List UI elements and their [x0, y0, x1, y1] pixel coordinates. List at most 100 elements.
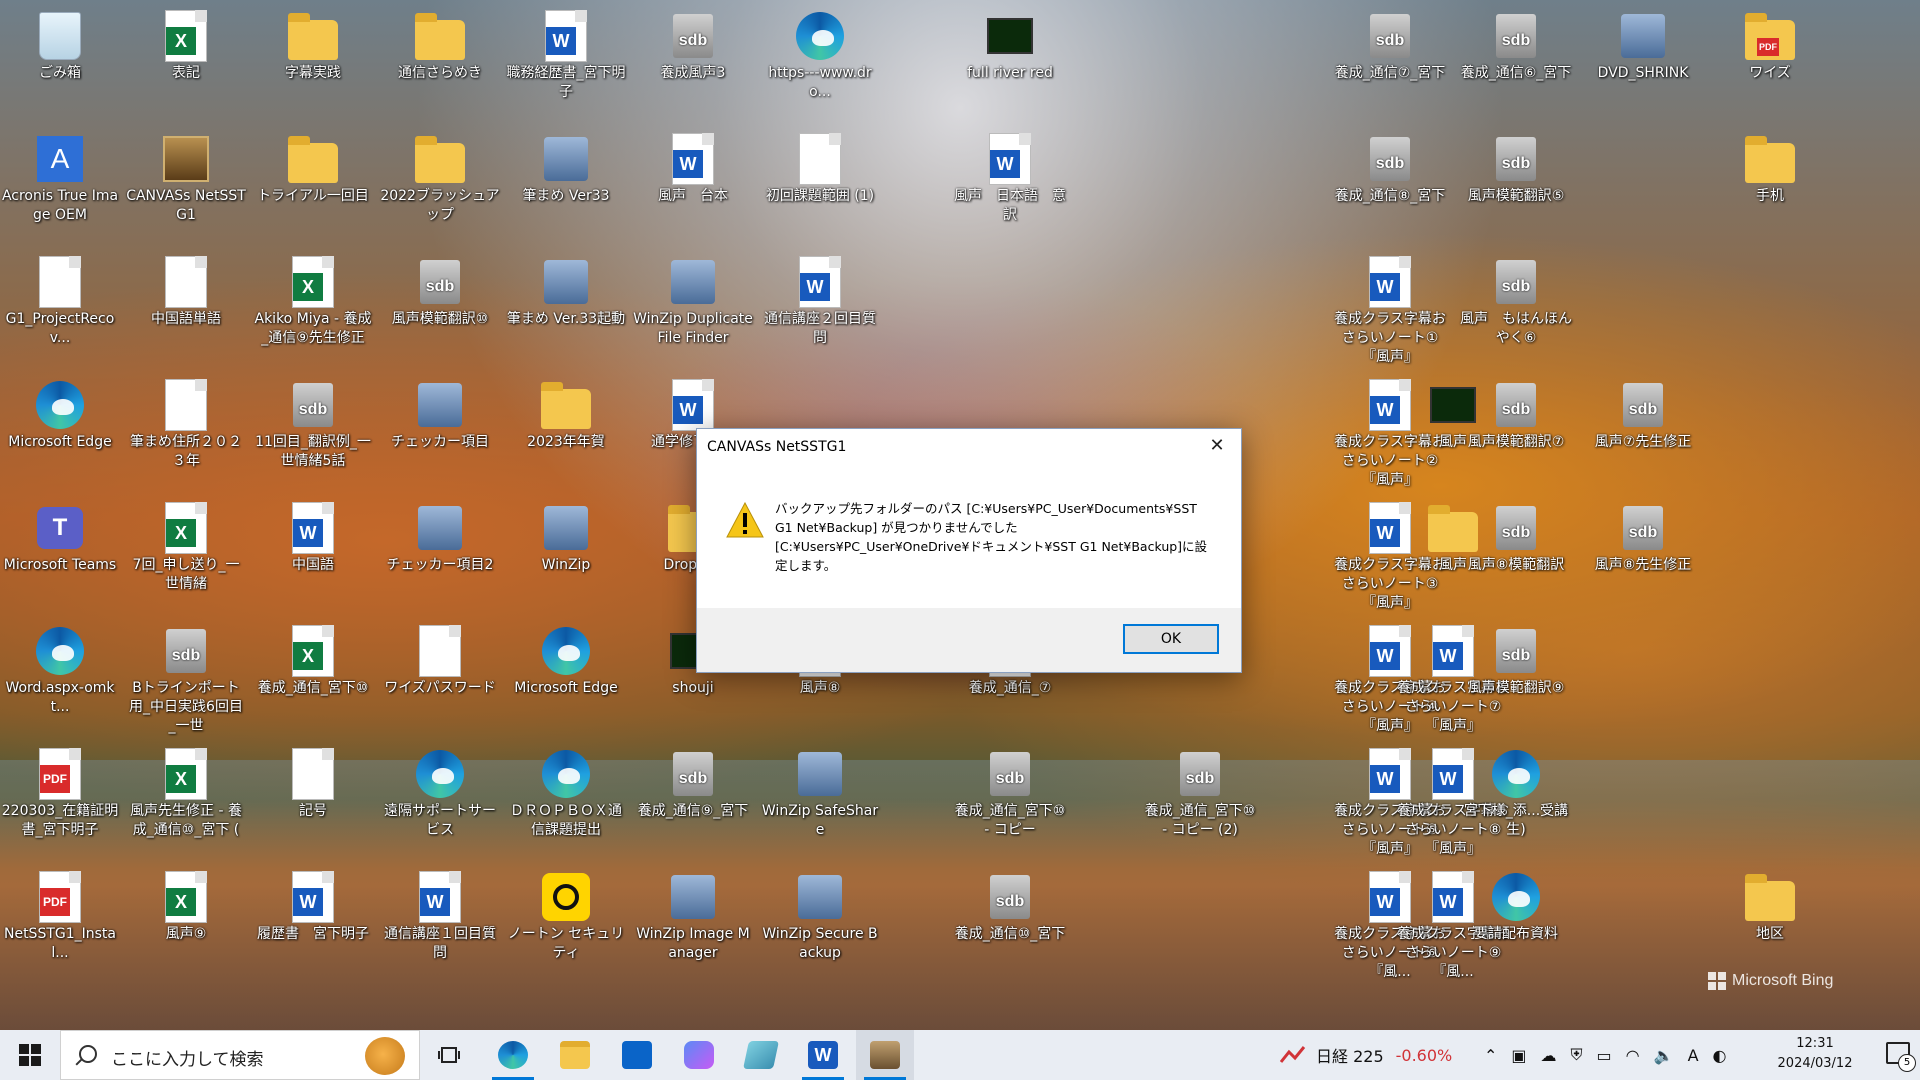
desktop-icon[interactable]: G1_ProjectRecov... — [0, 246, 120, 361]
desktop-icon[interactable]: PDF 220303_在籍証明書_宮下明子 — [0, 738, 120, 853]
desktop-icon[interactable]: sdb 風声模範翻訳⑦ — [1456, 369, 1576, 484]
desktop-icon[interactable]: sdb Bトラインポート用_中日実践6回目_一世 — [126, 615, 246, 734]
ime-toggle-icon[interactable]: ◐ — [1713, 1046, 1727, 1065]
desktop-icon[interactable]: W 風声 台本 — [633, 123, 753, 238]
desktop-icon-label: Microsoft Edge — [8, 434, 112, 450]
desktop-icon[interactable]: ごみ箱 — [0, 0, 120, 115]
stock-widget[interactable]: 日経 225 -0.60% — [1280, 1030, 1452, 1080]
desktop-icon[interactable]: X 風声⑨ — [126, 861, 246, 976]
desktop-icon[interactable]: 初回課題範囲 (1) — [760, 123, 880, 238]
desktop-icon[interactable]: WinZip Image Manager — [633, 861, 753, 976]
desktop-icon[interactable]: sdb 風声⑦先生修正 — [1583, 369, 1703, 484]
desktop-icon[interactable]: sdb 養成_通信⑥_宮下 — [1456, 0, 1576, 115]
battery-icon[interactable]: ▭ — [1597, 1046, 1612, 1065]
desktop-icon[interactable]: 要請配布資料 — [1456, 861, 1576, 976]
desktop-icon[interactable]: 筆まめ住所２０２３年 — [126, 369, 246, 484]
desktop-icon[interactable]: sdb 風声模範翻訳⑤ — [1456, 123, 1576, 238]
desktop-icon[interactable]: 通信さらめき — [380, 0, 500, 115]
desktop-icon[interactable]: sdb 養成風声3 — [633, 0, 753, 115]
desktop-icon[interactable]: W 通信講座１回目質問 — [380, 861, 500, 976]
meet-now-icon[interactable]: ▣ — [1511, 1046, 1526, 1065]
desktop-icon[interactable]: 記号 — [253, 738, 373, 853]
desktop-icon[interactable]: sdb 風声 もはんほんやく⑥ — [1456, 246, 1576, 361]
desktop-icon[interactable]: sdb 養成_通信⑧_宮下 — [1330, 123, 1450, 238]
desktop-icon[interactable]: sdb 養成_通信_宮下⑩ - コピー — [950, 738, 1070, 853]
desktop-icon[interactable]: DVD_SHRINK — [1583, 0, 1703, 115]
desktop-icon[interactable]: sdb 風声⑧先生修正 — [1583, 492, 1703, 607]
desktop-icon[interactable]: sdb 風声⑧模範翻訳 — [1456, 492, 1576, 607]
desktop-icon[interactable]: 2023年年賀 — [506, 369, 626, 484]
taskbar-file-explorer[interactable] — [546, 1030, 604, 1080]
search-highlight-icon[interactable] — [365, 1037, 405, 1075]
desktop-icon[interactable]: X 7回_申し送り_一世情緒 — [126, 492, 246, 607]
desktop-icon[interactable]: W 職務経歴書_宮下明子 — [506, 0, 626, 115]
desktop-icon[interactable]: sdb 11回目_翻訳例_一世情緒5話 — [253, 369, 373, 484]
desktop-icon[interactable]: WinZip SafeShare — [760, 738, 880, 853]
wifi-icon[interactable]: ◠ — [1626, 1046, 1640, 1065]
taskbar-app[interactable] — [732, 1030, 790, 1080]
start-button[interactable] — [0, 1030, 60, 1080]
desktop-icon[interactable]: 2022ブラッシュアップ — [380, 123, 500, 238]
desktop-icon[interactable]: 宮下様_添...受講生) — [1456, 738, 1576, 853]
desktop-icon[interactable]: sdb 風声模範翻訳⑨ — [1456, 615, 1576, 730]
desktop-icon[interactable]: X 養成_通信_宮下⑩ — [253, 615, 373, 730]
desktop-icon[interactable]: sdb 養成_通信⑨_宮下 — [633, 738, 753, 853]
desktop-icon[interactable]: W 通信講座２回目質問 — [760, 246, 880, 361]
desktop-icon[interactable]: X 表記 — [126, 0, 246, 115]
desktop-icon[interactable]: full river red — [950, 0, 1070, 115]
taskbar-word[interactable]: W — [794, 1030, 852, 1080]
desktop-icon[interactable]: Microsoft Edge — [506, 615, 626, 730]
desktop-icon[interactable]: チェッカー項目2 — [380, 492, 500, 607]
onedrive-icon[interactable]: ☁ — [1541, 1046, 1557, 1065]
desktop-icon[interactable]: ＤＲＯＰＢＯＸ通信課題提出 — [506, 738, 626, 853]
desktop-icon[interactable]: 筆まめ Ver33 — [506, 123, 626, 238]
desktop-icon[interactable]: X 風声先生修正 - 養成_通信⑩_宮下 ( — [126, 738, 246, 853]
desktop-icon[interactable]: 手机 — [1710, 123, 1830, 238]
desktop-icon[interactable]: ワイズパスワード — [380, 615, 500, 730]
taskbar-copilot[interactable] — [670, 1030, 728, 1080]
desktop-icon[interactable]: PDF ワイズ — [1710, 0, 1830, 115]
desktop-icon[interactable]: T Microsoft Teams — [0, 492, 120, 607]
taskbar-canvas-netsstg1[interactable] — [856, 1030, 914, 1080]
ime-mode[interactable]: A — [1688, 1046, 1699, 1065]
desktop-icon[interactable]: トライアル一回目 — [253, 123, 373, 238]
task-view-button[interactable] — [420, 1030, 478, 1080]
desktop-icon[interactable]: ノートン セキュリティ — [506, 861, 626, 976]
volume-icon[interactable]: 🔈 — [1654, 1046, 1674, 1065]
desktop-icon[interactable]: W 中国語 — [253, 492, 373, 607]
desktop-icon[interactable]: Microsoft Edge — [0, 369, 120, 484]
close-button[interactable]: ✕ — [1197, 431, 1237, 461]
dialog-title: CANVASs NetSSTG1 — [707, 439, 847, 455]
desktop-icon[interactable]: sdb 風声模範翻訳⑩ — [380, 246, 500, 361]
desktop-icon[interactable]: Word.aspx-omkt... — [0, 615, 120, 730]
taskbar-edge[interactable] — [484, 1030, 542, 1080]
desktop-icon[interactable]: 字幕実践 — [253, 0, 373, 115]
desktop-icon[interactable]: W 風声 日本語 意訳 — [950, 123, 1070, 238]
chevron-up-icon[interactable]: ⌃ — [1484, 1046, 1497, 1065]
search-box[interactable]: ここに入力して検索 — [60, 1030, 420, 1080]
desktop-icon[interactable]: 筆まめ Ver.33起動 — [506, 246, 626, 361]
desktop-icon[interactable]: X Akiko Miya - 養成_通信⑨先生修正 — [253, 246, 373, 361]
desktop-icon[interactable]: sdb 養成_通信⑦_宮下 — [1330, 0, 1450, 115]
desktop-icon[interactable]: https---www.dro... — [760, 0, 880, 115]
ok-button[interactable]: OK — [1123, 624, 1219, 654]
desktop-icon[interactable]: 地区 — [1710, 861, 1830, 976]
desktop-icon[interactable]: チェッカー項目 — [380, 369, 500, 484]
desktop-icon[interactable]: W 養成クラス字幕おさらいノート①『風声』 — [1330, 246, 1450, 365]
desktop-icon[interactable]: WinZip — [506, 492, 626, 607]
desktop-icon[interactable]: PDF NetSSTG1_Instal... — [0, 861, 120, 976]
desktop-icon[interactable]: W 履歴書 宮下明子 — [253, 861, 373, 976]
desktop-icon[interactable]: WinZip Secure Backup — [760, 861, 880, 976]
taskbar-mail[interactable] — [608, 1030, 666, 1080]
desktop-icon[interactable]: CANVASs NetSSTG1 — [126, 123, 246, 238]
desktop-icon[interactable]: 遠隔サポートサービス — [380, 738, 500, 853]
desktop-icon[interactable]: WinZip Duplicate File Finder — [633, 246, 753, 361]
desktop-icon[interactable]: sdb 養成_通信_宮下⑩ - コピー (2) — [1140, 738, 1260, 853]
desktop-icon[interactable]: A Acronis True Image OEM — [0, 123, 120, 238]
clock[interactable]: 12:31 2024/03/12 — [1770, 1034, 1860, 1074]
security-icon[interactable]: ⛨ — [1571, 1045, 1583, 1065]
desktop-icon[interactable]: sdb 養成_通信⑩_宮下 — [950, 861, 1070, 976]
desktop-icon[interactable]: 中国語単語 — [126, 246, 246, 361]
document-icon — [288, 746, 338, 802]
sdb-file-icon: sdb — [1618, 500, 1668, 556]
